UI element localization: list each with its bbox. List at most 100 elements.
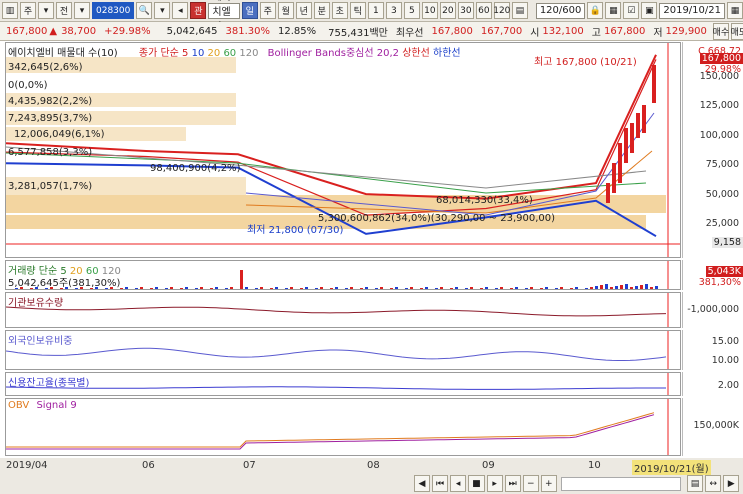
candle [606, 183, 610, 203]
candle [630, 123, 634, 153]
buy-button[interactable]: 매수 [713, 22, 729, 40]
period-week-button[interactable]: 주 [259, 2, 276, 19]
volume-bar [295, 289, 298, 290]
move-icon[interactable]: ↔ [705, 475, 722, 492]
scroll-right-icon[interactable]: ▶ [723, 475, 740, 492]
volume-bar [365, 287, 368, 289]
volume-bar [360, 288, 363, 289]
institution-panel[interactable]: 기관보유수량 [5, 292, 681, 328]
scrollbar[interactable] [560, 477, 681, 491]
minute-3-button[interactable]: 3 [385, 2, 402, 19]
volume-bar [530, 287, 533, 289]
obv-panel[interactable]: OBV Signal 9 [5, 398, 681, 456]
zoom-out-icon[interactable]: − [522, 475, 539, 492]
volume-bar [150, 288, 153, 289]
checkbox-icon[interactable]: ☑ [623, 2, 640, 19]
candle [618, 143, 622, 183]
search-icon[interactable]: 🔍 [136, 2, 153, 19]
minute-5-button[interactable]: 5 [403, 2, 420, 19]
volume-panel[interactable]: 거래량 단순 5 20 60 120 5,042,645주(381,30%) [5, 260, 681, 290]
vp-overlay: 68,014,330(33,4%) [436, 195, 533, 206]
volume-bar [505, 289, 508, 290]
prev-icon[interactable]: ◂ [172, 2, 189, 19]
volume-bar [430, 289, 433, 290]
change-rate: +29.98% [104, 25, 151, 37]
period-tick-button[interactable]: 틱 [349, 2, 366, 19]
next-page-icon[interactable]: ▸ [486, 475, 503, 492]
minute-120-button[interactable]: 120 [493, 2, 510, 19]
legend-ma60: 60 [223, 48, 237, 59]
institution-scale: -1,000,000 [682, 292, 743, 328]
scroll-controls: ◀ ⏮ ◂ ■ ▸ ⏭ − + ▤ ↔ ▶ [412, 475, 740, 493]
last-icon[interactable]: ⏭ [504, 475, 521, 492]
stop-icon[interactable]: ■ [468, 475, 485, 492]
volume-bar [510, 288, 513, 289]
high-note: 최고 167,800 (10/21) [534, 57, 637, 68]
period-year-button[interactable]: 년 [295, 2, 312, 19]
type-select[interactable]: 전 [56, 2, 72, 19]
credit-panel[interactable]: 신용잔고율(종목별) [5, 372, 681, 396]
volume-bar [570, 288, 573, 289]
minute-1-button[interactable]: 1 [367, 2, 384, 19]
first-icon[interactable]: ⏮ [432, 475, 449, 492]
volume-ratio: 381.30% [225, 25, 270, 37]
foreign-panel[interactable]: 외국인보유비중 [5, 330, 681, 370]
legend-ma10: 10 [191, 48, 205, 59]
minute-settings-icon[interactable]: ▤ [511, 2, 528, 19]
volume-bar [375, 288, 378, 289]
volume-bar [240, 270, 243, 289]
period-minute-button[interactable]: 분 [313, 2, 330, 19]
best-label: 최우선 [395, 27, 424, 39]
chevron-down-icon[interactable]: ▾ [74, 2, 90, 19]
calendar-icon[interactable]: ▦ [605, 2, 622, 19]
chevron-down-icon[interactable]: ▾ [38, 2, 54, 19]
minute-20-button[interactable]: 20 [439, 2, 456, 19]
scale-label: 150,000 [699, 71, 739, 82]
volume-ma20: 20 [69, 266, 83, 277]
period-second-button[interactable]: 초 [331, 2, 348, 19]
volume-bar [420, 288, 423, 289]
calendar-picker-icon[interactable]: ▦ [727, 2, 743, 19]
volume-bar [495, 288, 498, 289]
main-toolbar: ▥ 주 ▾ 전 ▾ 028300 🔍 ▾ ◂ 관 에이치엘비 일 주 월 년 분… [0, 0, 743, 33]
period-month-button[interactable]: 월 [277, 2, 294, 19]
toggle-icon[interactable]: ▣ [641, 2, 658, 19]
scale-label: 25,000 [705, 218, 739, 229]
volume-bar [205, 289, 208, 290]
x-cursor-date: 2019/10/21(월) [632, 460, 711, 475]
menu-icon[interactable]: ▥ [2, 2, 18, 19]
volume-bar [635, 286, 638, 289]
minute-30-button[interactable]: 30 [457, 2, 474, 19]
legend-upper: 상한선 [402, 48, 430, 59]
zoom-in-icon[interactable]: + [540, 475, 557, 492]
volume-bar [575, 287, 578, 289]
dropdown-icon[interactable]: ▾ [154, 2, 171, 19]
sell-button[interactable]: 매도 [731, 22, 743, 40]
scale-label: 100,000 [699, 130, 739, 141]
mode-select[interactable]: 주 [20, 2, 36, 19]
volume-bar [610, 287, 613, 289]
candle [636, 113, 640, 138]
prev-page-icon[interactable]: ◂ [450, 475, 467, 492]
volume-bar [255, 288, 258, 289]
vp-overlay: 5,300,600,862(34,0%)(30,290,00 ~ 23,900,… [318, 213, 556, 224]
minute-10-button[interactable]: 10 [421, 2, 438, 19]
date-input[interactable]: 2019/10/21 [659, 2, 725, 19]
volume-bar [415, 289, 418, 290]
count-input[interactable]: 120/600 [535, 2, 586, 19]
chart-icon[interactable]: ▤ [686, 475, 704, 492]
favorite-icon[interactable]: 관 [190, 2, 207, 19]
lock-icon[interactable]: 🔒 [587, 2, 604, 19]
legend-bb: Bollinger Bands중심선 20,2 [267, 48, 400, 59]
volume-bar [200, 287, 203, 289]
price-change: 38,700 [61, 25, 97, 37]
volume-bar [250, 289, 253, 290]
period-day-button[interactable]: 일 [241, 2, 258, 19]
scroll-left-icon[interactable]: ◀ [414, 475, 430, 492]
stock-code-input[interactable]: 028300 [92, 2, 135, 19]
price-panel[interactable]: 에이치엘비 매물대 수(10) 종가 단순 5 10 20 60 120 Bol… [5, 42, 681, 258]
volume-bar [585, 288, 588, 289]
legend-name: 에이치엘비 매물대 수(10) [8, 48, 118, 59]
minute-60-button[interactable]: 60 [475, 2, 492, 19]
scale-label: 10.00 [711, 355, 739, 366]
